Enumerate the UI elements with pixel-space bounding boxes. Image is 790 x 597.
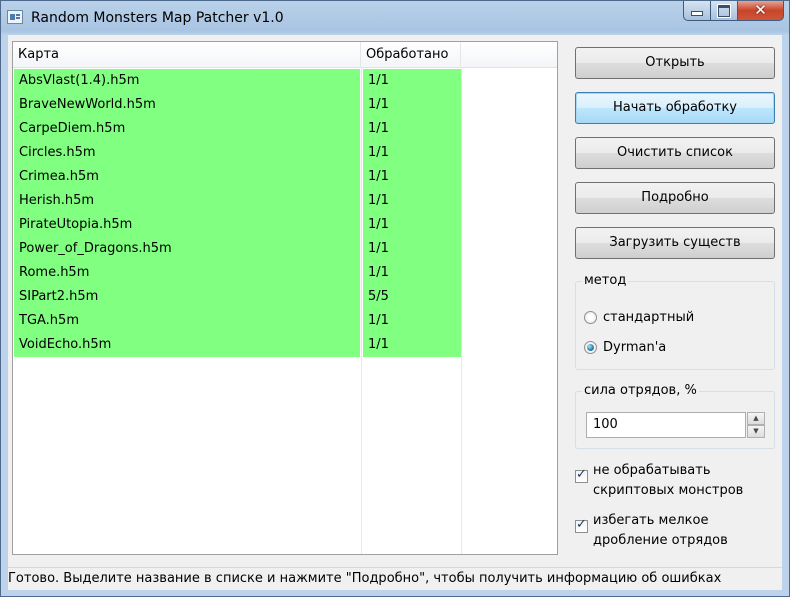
cell-map-name: Rome.h5m bbox=[14, 261, 360, 285]
close-icon: ✕ bbox=[754, 1, 767, 19]
radio-dyrman-label: Dyrman'a bbox=[603, 340, 667, 355]
cell-map-name: PirateUtopia.h5m bbox=[14, 213, 360, 237]
radio-standard-circle[interactable] bbox=[584, 311, 597, 324]
radio-standard[interactable]: стандартный bbox=[584, 310, 694, 325]
cell-map-name: BraveNewWorld.h5m bbox=[14, 93, 360, 117]
spin-up-icon: ▲ bbox=[753, 414, 759, 422]
cell-processed: 1/1 bbox=[363, 189, 461, 213]
minimize-icon bbox=[691, 10, 703, 16]
radio-standard-label: стандартный bbox=[603, 310, 695, 325]
cell-processed: 1/1 bbox=[363, 213, 461, 237]
method-group-title: метод bbox=[582, 273, 629, 288]
cell-map-name: TGA.h5m bbox=[14, 309, 360, 333]
column-header-map[interactable]: Карта bbox=[13, 42, 361, 67]
cell-processed: 1/1 bbox=[363, 117, 461, 141]
cell-processed: 1/1 bbox=[363, 261, 461, 285]
minimize-button[interactable] bbox=[683, 1, 711, 21]
open-button[interactable]: Открыть bbox=[575, 47, 775, 79]
cell-processed: 1/1 bbox=[363, 165, 461, 189]
spin-down-button[interactable]: ▼ bbox=[747, 425, 765, 438]
maximize-icon bbox=[717, 3, 731, 18]
spin-down-icon: ▼ bbox=[753, 427, 759, 435]
map-list[interactable]: Карта Обработано AbsVlast(1.4).h5m 1/1 Bra… bbox=[12, 41, 558, 555]
maximize-button[interactable] bbox=[711, 1, 738, 21]
avoid-split-checkbox[interactable]: избегать мелкое дробление отрядов bbox=[575, 511, 728, 551]
load-creatures-button[interactable]: Загрузить существ bbox=[575, 227, 775, 259]
skip-scripted-label: не обрабатывать скриптовых монстров bbox=[593, 461, 743, 501]
close-button[interactable]: ✕ bbox=[738, 1, 784, 21]
details-button[interactable]: Подробно bbox=[575, 182, 775, 214]
strength-input[interactable]: 100 bbox=[586, 412, 746, 438]
clear-list-button[interactable]: Очистить список bbox=[575, 137, 775, 169]
avoid-split-label: избегать мелкое дробление отрядов bbox=[593, 511, 728, 551]
cell-processed: 5/5 bbox=[363, 285, 461, 309]
cell-map-name: Crimea.h5m bbox=[14, 165, 360, 189]
radio-dyrman-circle[interactable] bbox=[584, 341, 597, 354]
cell-map-name: Herish.h5m bbox=[14, 189, 360, 213]
avoid-split-label-line2: дробление отрядов bbox=[593, 533, 728, 548]
caption-buttons: ✕ bbox=[683, 1, 784, 21]
skip-scripted-checkbox[interactable]: не обрабатывать скриптовых монстров bbox=[575, 461, 743, 501]
start-processing-button[interactable]: Начать обработку bbox=[575, 92, 775, 124]
list-header: Карта Обработано bbox=[13, 42, 557, 68]
client-area: Карта Обработано AbsVlast(1.4).h5m 1/1 Bra… bbox=[8, 35, 782, 590]
cell-processed: 1/1 bbox=[363, 69, 461, 93]
cell-map-name: Circles.h5m bbox=[14, 141, 360, 165]
cell-map-name: CarpeDiem.h5m bbox=[14, 117, 360, 141]
cell-map-name: VoidEcho.h5m bbox=[14, 333, 360, 357]
skip-scripted-label-line2: скриптовых монстров bbox=[593, 483, 744, 498]
strength-spinner: ▲ ▼ bbox=[747, 412, 765, 438]
cell-processed: 1/1 bbox=[363, 309, 461, 333]
cell-processed: 1/1 bbox=[363, 93, 461, 117]
avoid-split-label-line1: избегать мелкое bbox=[593, 513, 709, 528]
app-icon bbox=[7, 10, 23, 24]
radio-dyrman[interactable]: Dyrman'a bbox=[584, 340, 666, 355]
cell-processed: 1/1 bbox=[363, 237, 461, 261]
cell-map-name: SIPart2.h5m bbox=[14, 285, 360, 309]
column-divider bbox=[461, 67, 462, 554]
title-bar[interactable]: Random Monsters Map Patcher v1.0 ✕ bbox=[1, 1, 789, 35]
skip-scripted-checkbox-box[interactable] bbox=[575, 467, 588, 483]
window-title: Random Monsters Map Patcher v1.0 bbox=[31, 10, 284, 26]
strength-group: сила отрядов, % 100 ▲ ▼ bbox=[575, 383, 775, 449]
method-group: метод стандартный Dyrman'a bbox=[575, 273, 775, 370]
column-header-processed[interactable]: Обработано bbox=[361, 42, 461, 67]
cell-processed: 1/1 bbox=[363, 141, 461, 165]
cell-map-name: AbsVlast(1.4).h5m bbox=[14, 69, 360, 93]
column-divider bbox=[361, 67, 362, 554]
cell-processed: 1/1 bbox=[363, 333, 461, 357]
avoid-split-checkbox-box[interactable] bbox=[575, 517, 588, 533]
main-window: Random Monsters Map Patcher v1.0 ✕ Карта… bbox=[0, 0, 790, 597]
spin-up-button[interactable]: ▲ bbox=[747, 412, 765, 425]
cell-map-name: Power_of_Dragons.h5m bbox=[14, 237, 360, 261]
status-bar: Готово. Выделите название в списке и наж… bbox=[8, 567, 782, 590]
skip-scripted-label-line1: не обрабатывать bbox=[593, 463, 711, 478]
strength-group-title: сила отрядов, % bbox=[582, 383, 699, 398]
